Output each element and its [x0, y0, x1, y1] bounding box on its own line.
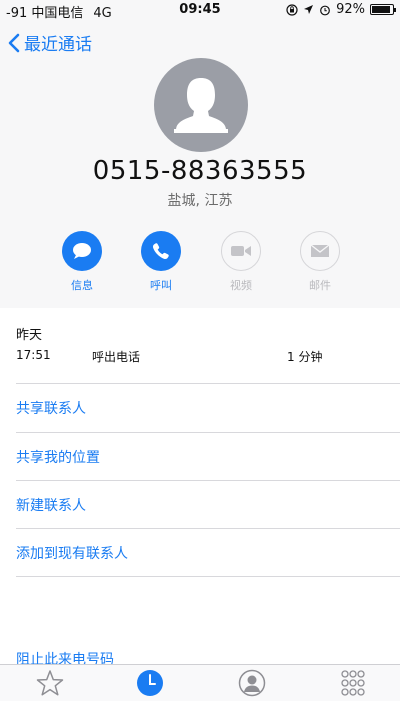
share-contact-label: 共享联系人	[16, 401, 86, 417]
call-type: 呼出电话	[92, 350, 141, 364]
share-location-label: 共享我的位置	[16, 450, 100, 466]
battery-percent: 92%	[336, 2, 365, 17]
mail-button[interactable]: 邮件	[290, 231, 350, 293]
rotation-lock-icon	[286, 3, 298, 16]
phone-number: 0515-88363555	[92, 156, 308, 186]
back-button[interactable]: 最近通话	[8, 30, 92, 55]
share-location-item[interactable]: 共享我的位置	[0, 433, 400, 481]
caller-location: 盐城, 江苏	[167, 193, 233, 209]
new-contact-item[interactable]: 新建联系人	[0, 481, 400, 529]
status-bar: -91 中国电信 4G 09:45 92%	[0, 0, 400, 21]
clock-icon	[137, 670, 163, 696]
history-day: 昨天	[16, 328, 43, 343]
battery-icon	[370, 4, 396, 15]
tab-recents[interactable]	[130, 669, 170, 701]
new-contact-label: 新建联系人	[16, 498, 86, 514]
person-icon	[238, 669, 266, 697]
back-label: 最近通话	[24, 35, 92, 55]
person-placeholder-icon	[174, 78, 228, 133]
status-right: 92%	[286, 2, 396, 17]
tab-bar	[0, 664, 400, 701]
mail-label: 邮件	[309, 279, 331, 292]
call-circle	[141, 231, 181, 271]
envelope-icon	[310, 244, 330, 257]
video-circle	[221, 231, 261, 271]
message-label: 信息	[71, 279, 93, 292]
divider	[16, 576, 400, 577]
message-circle	[62, 231, 102, 271]
phone-handset-icon	[152, 243, 169, 260]
keypad-icon	[341, 670, 365, 696]
tab-favorites[interactable]	[30, 669, 70, 701]
call-button[interactable]: 呼叫	[131, 231, 191, 293]
tab-keypad[interactable]	[333, 669, 373, 701]
mail-circle	[300, 231, 340, 271]
share-contact-item[interactable]: 共享联系人	[0, 384, 400, 432]
call-duration: 1 分钟	[287, 350, 323, 364]
tab-contacts[interactable]	[232, 669, 272, 701]
message-button[interactable]: 信息	[52, 231, 112, 293]
avatar	[154, 58, 248, 152]
alarm-icon	[320, 5, 330, 15]
call-label: 呼叫	[150, 279, 172, 292]
add-existing-contact-label: 添加到现有联系人	[16, 546, 128, 562]
message-bubble-icon	[73, 243, 91, 259]
chevron-left-icon	[8, 33, 20, 52]
call-time: 17:51	[16, 348, 51, 362]
add-existing-contact-item[interactable]: 添加到现有联系人	[0, 529, 400, 577]
action-buttons: 信息 呼叫 视频 邮件	[0, 231, 400, 301]
video-button[interactable]: 视频	[211, 231, 271, 293]
location-arrow-icon	[304, 5, 314, 14]
star-icon	[36, 670, 64, 696]
video-camera-icon	[231, 246, 251, 256]
video-label: 视频	[230, 279, 252, 292]
